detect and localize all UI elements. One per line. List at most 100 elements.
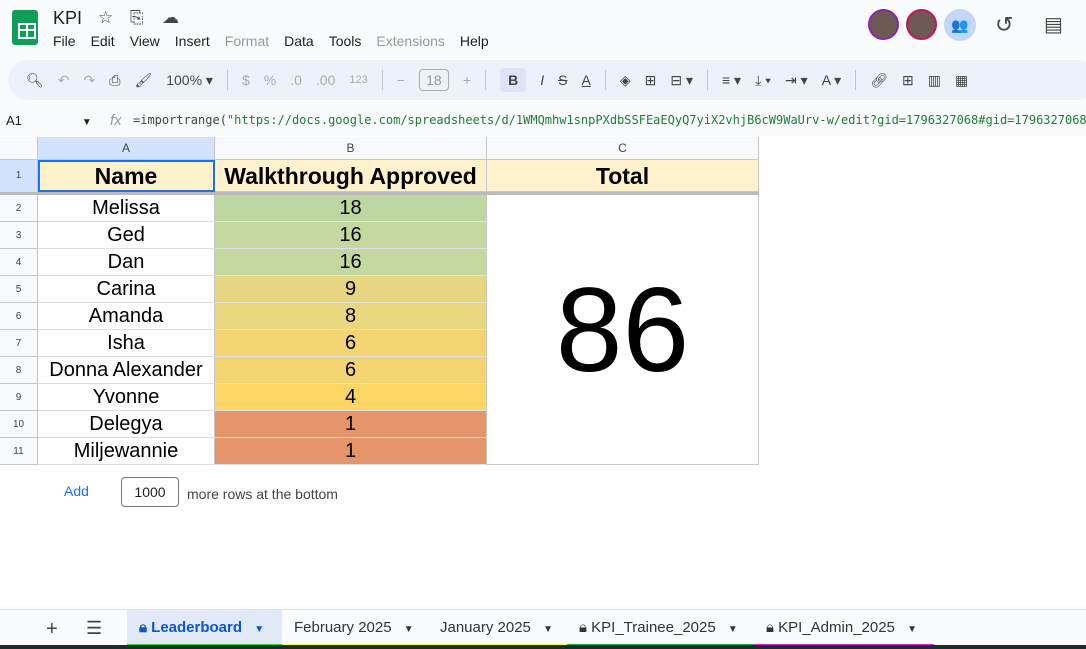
menu-help[interactable]: Help bbox=[460, 33, 489, 49]
font-size-input[interactable]: 18 bbox=[418, 69, 449, 91]
search-icon[interactable]: 🔍︎ bbox=[26, 72, 44, 89]
all-sheets-icon[interactable]: ☰ bbox=[86, 618, 102, 639]
increase-decimal[interactable]: .00 bbox=[316, 72, 335, 88]
fill-color-icon[interactable]: ◈ bbox=[620, 72, 631, 89]
chevron-down-icon[interactable]: ▼ bbox=[728, 624, 738, 635]
name-cell[interactable]: Yvonne bbox=[38, 384, 215, 411]
number-format[interactable]: 123 bbox=[349, 74, 367, 86]
vertical-align-icon[interactable]: ⤓ ▾ bbox=[755, 72, 771, 89]
comments-icon[interactable]: ▤ bbox=[1044, 12, 1063, 37]
add-sheet-icon[interactable]: + bbox=[46, 618, 58, 641]
share-people-icon[interactable]: 👥 bbox=[944, 9, 976, 41]
sheet-tab[interactable]: January 2025 ▼ bbox=[428, 610, 567, 648]
merge-cells-icon[interactable]: ⊟ ▾ bbox=[670, 72, 693, 89]
name-cell[interactable]: Ged bbox=[38, 222, 215, 249]
function-icon[interactable]: ▦ bbox=[955, 72, 968, 89]
horizontal-align-icon[interactable]: ≡ ▾ bbox=[722, 72, 741, 89]
walkthrough-cell[interactable]: 1 bbox=[215, 411, 487, 438]
sheet-tab[interactable]: 🔒︎ KPI_Admin_2025 ▼ bbox=[754, 610, 934, 648]
header-cell-name[interactable]: Name bbox=[38, 160, 215, 192]
sheet-tab[interactable]: 🔒︎ Leaderboard ▼ bbox=[127, 610, 282, 648]
name-cell[interactable]: Amanda bbox=[38, 303, 215, 330]
chevron-down-icon[interactable]: ▼ bbox=[254, 624, 264, 635]
bold-button[interactable]: B bbox=[500, 68, 527, 92]
currency-format[interactable]: $ bbox=[242, 72, 250, 88]
walkthrough-cell[interactable]: 18 bbox=[215, 195, 487, 222]
walkthrough-cell[interactable]: 16 bbox=[215, 222, 487, 249]
link-icon[interactable]: 🔗︎ bbox=[870, 72, 888, 89]
text-wrap-icon[interactable]: ⇥ ▾ bbox=[785, 72, 808, 89]
doc-title[interactable]: KPI bbox=[53, 8, 82, 29]
menu-file[interactable]: File bbox=[53, 33, 76, 49]
column-header-a[interactable]: A bbox=[38, 137, 215, 160]
column-header-c[interactable]: C bbox=[487, 137, 759, 160]
menu-edit[interactable]: Edit bbox=[91, 33, 115, 49]
rows-count-input[interactable]: 1000 bbox=[121, 477, 179, 507]
chart-icon[interactable]: ▥ bbox=[928, 72, 941, 89]
name-box[interactable]: A1 ▼ bbox=[6, 113, 92, 128]
name-cell[interactable]: Dan bbox=[38, 249, 215, 276]
sheet-tab[interactable]: February 2025 ▼ bbox=[282, 610, 428, 648]
name-cell[interactable]: Miljewannie bbox=[38, 438, 215, 465]
percent-format[interactable]: % bbox=[264, 72, 276, 88]
avatar[interactable] bbox=[906, 9, 937, 40]
star-icon[interactable]: ☆ bbox=[98, 8, 113, 28]
version-history-icon[interactable]: ↺ bbox=[995, 12, 1013, 38]
menu-extensions[interactable]: Extensions bbox=[376, 33, 444, 49]
row-header[interactable]: 2 bbox=[0, 195, 38, 222]
row-header[interactable]: 5 bbox=[0, 276, 38, 303]
select-all-corner[interactable] bbox=[0, 137, 38, 160]
font-size-increase[interactable]: + bbox=[463, 72, 471, 88]
row-header[interactable]: 9 bbox=[0, 384, 38, 411]
row-header[interactable]: 6 bbox=[0, 303, 38, 330]
walkthrough-cell[interactable]: 6 bbox=[215, 357, 487, 384]
walkthrough-cell[interactable]: 6 bbox=[215, 330, 487, 357]
sheet-tab[interactable]: 🔒︎ KPI_Trainee_2025 ▼ bbox=[567, 610, 754, 648]
paint-format-icon[interactable]: 🖌︎ bbox=[134, 72, 152, 89]
chevron-down-icon[interactable]: ▼ bbox=[907, 624, 917, 635]
name-cell[interactable]: Isha bbox=[38, 330, 215, 357]
undo-icon[interactable]: ↶ bbox=[58, 72, 70, 89]
menu-format[interactable]: Format bbox=[225, 33, 269, 49]
chevron-down-icon[interactable]: ▼ bbox=[404, 624, 414, 635]
row-header[interactable]: 11 bbox=[0, 438, 38, 465]
menu-data[interactable]: Data bbox=[284, 33, 314, 49]
menu-view[interactable]: View bbox=[130, 33, 160, 49]
total-value-cell[interactable]: 86 bbox=[487, 195, 759, 465]
decrease-decimal[interactable]: .0 bbox=[290, 72, 302, 88]
print-icon[interactable]: ⎙ bbox=[109, 72, 120, 89]
walkthrough-cell[interactable]: 1 bbox=[215, 438, 487, 465]
walkthrough-cell[interactable]: 9 bbox=[215, 276, 487, 303]
text-rotation-icon[interactable]: A ▾ bbox=[822, 72, 841, 89]
add-rows-button[interactable]: Add bbox=[64, 483, 89, 499]
walkthrough-cell[interactable]: 8 bbox=[215, 303, 487, 330]
zoom-select[interactable]: 100% ▾ bbox=[166, 72, 213, 89]
sheets-logo[interactable] bbox=[12, 10, 38, 45]
row-header[interactable]: 8 bbox=[0, 357, 38, 384]
menu-insert[interactable]: Insert bbox=[175, 33, 210, 49]
header-cell-total[interactable]: Total bbox=[487, 160, 759, 192]
name-cell[interactable]: Carina bbox=[38, 276, 215, 303]
header-cell-walkthrough[interactable]: Walkthrough Approved bbox=[215, 160, 487, 192]
avatar[interactable] bbox=[868, 9, 899, 40]
comment-icon[interactable]: ⊞ bbox=[902, 72, 914, 89]
formula-input[interactable]: =importrange("https://docs.google.com/sp… bbox=[133, 113, 1086, 127]
cloud-status-icon[interactable]: ☁ bbox=[162, 8, 179, 28]
menu-tools[interactable]: Tools bbox=[329, 33, 362, 49]
row-header[interactable]: 7 bbox=[0, 330, 38, 357]
redo-icon[interactable]: ↷ bbox=[84, 72, 96, 89]
walkthrough-cell[interactable]: 4 bbox=[215, 384, 487, 411]
name-cell[interactable]: Delegya bbox=[38, 411, 215, 438]
name-cell[interactable]: Melissa bbox=[38, 195, 215, 222]
text-color-button[interactable]: A bbox=[581, 72, 590, 88]
italic-button[interactable]: I bbox=[540, 72, 544, 88]
chevron-down-icon[interactable]: ▼ bbox=[543, 624, 553, 635]
row-header-1[interactable]: 1 bbox=[0, 160, 38, 195]
row-header[interactable]: 10 bbox=[0, 411, 38, 438]
font-size-decrease[interactable]: − bbox=[397, 72, 405, 88]
borders-icon[interactable]: ⊞ bbox=[645, 72, 657, 89]
name-cell[interactable]: Donna Alexander bbox=[38, 357, 215, 384]
strikethrough-button[interactable]: S bbox=[558, 72, 567, 88]
walkthrough-cell[interactable]: 16 bbox=[215, 249, 487, 276]
row-header[interactable]: 4 bbox=[0, 249, 38, 276]
